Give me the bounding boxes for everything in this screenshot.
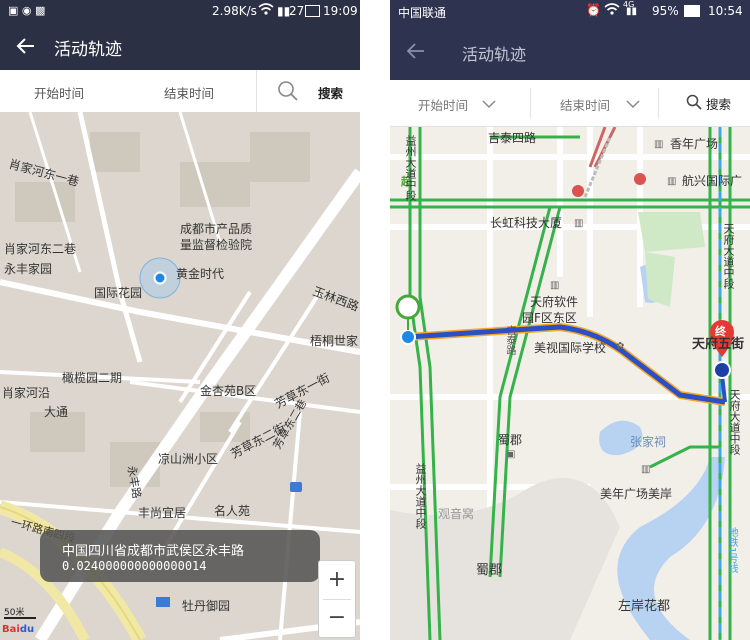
chevron-down-icon: [626, 97, 640, 112]
map-label: 大通: [44, 405, 69, 419]
map-label: 长虹科技大厦: [490, 216, 563, 230]
bus-stop-icon: [290, 482, 302, 492]
zoom-in-button[interactable]: +: [319, 561, 355, 599]
address-popup: 中国四川省成都市武侯区永丰路 0.024000000000000014: [40, 530, 320, 582]
filter-divider: [530, 88, 531, 118]
map-label: 园F区东区: [522, 311, 577, 325]
network-speed: 2.98K/s: [212, 4, 257, 18]
popup-address: 中国四川省成都市武侯区永丰路: [62, 544, 245, 559]
map-label: 金杏苑B区: [200, 384, 257, 398]
building-icon: ▥: [550, 280, 560, 291]
end-time-button[interactable]: 结束时间: [164, 83, 214, 102]
clock: 19:09: [323, 4, 358, 18]
map-label: 观音窝: [438, 507, 475, 521]
chevron-down-icon: [482, 97, 496, 112]
end-time-dropdown[interactable]: 结束时间: [560, 95, 610, 114]
map-label: 张家祠: [630, 435, 667, 449]
zoom-out-button[interactable]: −: [319, 599, 355, 637]
carrier-name: 中国联通: [398, 6, 447, 20]
screen-left: ▣ ◉ ▩ 2.98K/s ▮▮ 27 19:09 活动轨迹 开始时间 结束时间…: [0, 0, 360, 640]
search-icon[interactable]: [686, 94, 702, 113]
map-label: 天府软件: [530, 295, 579, 309]
map-label: 天府大道中段: [728, 389, 741, 455]
restricted-icon: [572, 185, 584, 197]
map-label: 益州大道中段: [414, 463, 427, 529]
map-label: 益州大道中段: [404, 135, 417, 201]
map-label: 成都市产品质: [180, 222, 253, 236]
status-bar: 中国联通 ⏰ 4G ▮▮ 95% 10:54: [390, 0, 750, 22]
map-label: 丰尚宜居: [138, 506, 187, 520]
map-view[interactable]: 肖家河东一巷 肖家河东二巷 永丰家园 成都市产品质 量监督检验院 黄金时代 国际…: [0, 112, 360, 640]
notification-icons: ▣ ◉ ▩: [8, 4, 46, 17]
building-icon: ▥: [667, 176, 677, 187]
page-title: 活动轨迹: [54, 40, 122, 60]
popup-value: 0.024000000000000014: [62, 559, 207, 573]
map-label: 吉泰路: [504, 325, 515, 355]
restricted-icon: [634, 173, 646, 185]
scale-bar: [4, 617, 36, 619]
title-bar: 活动轨迹: [0, 22, 360, 70]
map-background: [390, 127, 750, 640]
filter-bar: 开始时间 结束时间 搜索: [0, 70, 360, 113]
title-bar: 活动轨迹: [390, 22, 750, 80]
map-label: 凉山洲小区: [158, 452, 219, 466]
metro-icon: [156, 597, 170, 607]
map-label: 肖家河沿: [2, 386, 51, 400]
map-label: 黄金时代: [176, 267, 225, 281]
map-label: 美视国际学校: [534, 341, 607, 355]
battery-icon: [684, 5, 700, 17]
map-label: 橄榄园二期: [62, 371, 123, 385]
map-label: 天府大道中段: [722, 223, 735, 289]
signal-icon: ▮▮: [626, 6, 638, 17]
bus-stop-icon: ▣: [506, 449, 516, 460]
school-icon: ✿: [616, 341, 625, 352]
baidu-logo-icon: Baidu: [2, 624, 35, 635]
map-label: 蜀郡: [498, 433, 523, 447]
back-arrow-icon[interactable]: [404, 39, 428, 63]
zoom-controls: + −: [318, 560, 356, 638]
battery-level: 95%: [652, 4, 679, 18]
status-bar: ▣ ◉ ▩ 2.98K/s ▮▮ 27 19:09: [0, 0, 360, 22]
map-label: 天府五街: [692, 337, 745, 352]
map-label: 左岸花都: [618, 599, 671, 614]
building-icon: ▥: [574, 218, 584, 229]
map-label: 肖家河东二巷: [4, 242, 77, 256]
building-icon: ▥: [641, 464, 651, 475]
map-label: 蜀郡: [476, 563, 503, 578]
filter-bar: 开始时间 结束时间 搜索: [390, 80, 750, 127]
map-label: 永丰家园: [4, 262, 53, 276]
map-label: 吉泰四路: [488, 131, 537, 145]
battery-icon: [305, 5, 320, 17]
screens-container: ▣ ◉ ▩ 2.98K/s ▮▮ 27 19:09 活动轨迹 开始时间 结束时间…: [0, 0, 750, 640]
wifi-icon: [258, 2, 274, 19]
map-view[interactable]: 起 终 吉泰四路 香年广场 航兴国际广 长虹科技大厦 天府软件 园F区东区 美视…: [390, 127, 750, 640]
clock: 10:54: [708, 4, 743, 18]
filter-divider: [256, 70, 257, 112]
map-label: 梧桐世家: [310, 334, 359, 348]
search-icon[interactable]: [276, 79, 300, 106]
map-label: 牡丹御园: [182, 599, 231, 613]
building-icon: ▥: [654, 139, 664, 150]
filter-divider: [658, 88, 659, 118]
map-label: 名人苑: [214, 504, 251, 518]
back-arrow-icon[interactable]: [14, 34, 38, 58]
map-label: 量监督检验院: [180, 238, 253, 252]
search-button[interactable]: 搜索: [706, 94, 731, 113]
battery-level: 27: [289, 4, 305, 18]
map-label: 地铁1号线: [726, 527, 737, 574]
start-time-button[interactable]: 开始时间: [34, 83, 84, 102]
wifi-icon: [604, 2, 620, 19]
page-title: 活动轨迹: [462, 45, 527, 64]
map-label: 航兴国际广: [682, 174, 743, 188]
screen-right: 中国联通 ⏰ 4G ▮▮ 95% 10:54 活动轨迹 开始时间 结束时间 搜索…: [390, 0, 750, 640]
start-time-dropdown[interactable]: 开始时间: [418, 95, 468, 114]
map-label: 香年广场: [670, 137, 719, 151]
map-label: 国际花园: [94, 286, 143, 300]
search-button[interactable]: 搜索: [318, 83, 343, 102]
alarm-icon: ⏰: [586, 3, 601, 17]
map-label: 美年广场美岸: [600, 487, 673, 501]
